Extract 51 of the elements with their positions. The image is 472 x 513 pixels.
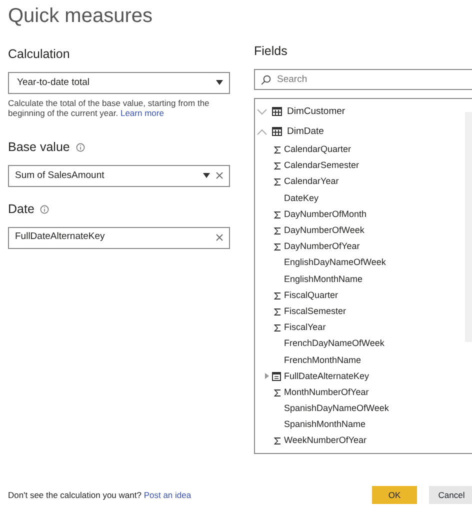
search-field[interactable]: Search	[254, 68, 472, 90]
expand-icon	[257, 108, 267, 115]
field-label: Date	[8, 200, 34, 218]
ok-button[interactable]: OK	[372, 486, 417, 504]
field-item[interactable]: FiscalQuarter	[255, 287, 465, 304]
field-item[interactable]: SpanishDayNameOfWeek	[255, 400, 465, 417]
info-icon	[40, 204, 50, 214]
footer-text: Don't see the calculation you want? Post an idea	[8, 488, 192, 502]
dialog-title: Quick measures	[8, 4, 154, 28]
caret-icon	[203, 173, 210, 178]
field-item[interactable]: FiscalSemester	[255, 304, 465, 320]
field-item[interactable]: FrenchMonthName	[255, 352, 465, 368]
base-value-dropdown[interactable]: Sum of SalesAmount	[8, 164, 230, 187]
search-icon	[261, 74, 271, 85]
field-item[interactable]: FiscalYear	[255, 320, 465, 336]
sigma-icon	[274, 388, 281, 397]
post-idea-link[interactable]: Post an idea	[144, 490, 192, 500]
clear-icon	[216, 172, 223, 180]
field-item[interactable]: CalendarQuarter	[255, 142, 465, 158]
clear-icon	[216, 234, 223, 241]
description-text: Calculate the total of the base value, starting from the beginning of the current year. Learn more	[8, 98, 210, 119]
cancel-button[interactable]: Cancel	[429, 486, 472, 504]
field-item[interactable]: EnglishDayNameOfWeek	[255, 255, 465, 272]
field-label: Fields	[254, 43, 288, 60]
date-field[interactable]: FullDateAlternateKey	[8, 226, 230, 248]
calculation-dropdown[interactable]: Year-to-date total	[8, 72, 230, 94]
field-item[interactable]: EnglishMonthName	[255, 271, 465, 288]
field-item[interactable]: WeekNumberOfYear	[255, 433, 465, 450]
expand-icon	[265, 373, 269, 380]
field-label: Base value	[8, 139, 70, 156]
table-item[interactable]: DimCustomer	[255, 102, 465, 122]
field-item[interactable]: DateKey	[255, 190, 465, 206]
field-item[interactable]: CalendarYear	[255, 174, 465, 190]
field-item[interactable]: FrenchDayNameOfWeek	[255, 336, 465, 352]
field-item[interactable]: DayNumberOfYear	[255, 238, 465, 256]
table-icon	[272, 127, 282, 136]
field-item[interactable]: DayNumberOfWeek	[255, 222, 465, 239]
field-item[interactable]: FullDateAlternateKey	[255, 368, 465, 385]
field-label: Calculation	[8, 46, 70, 63]
info-icon	[76, 142, 85, 152]
caret-icon	[216, 80, 223, 86]
learn-more-link[interactable]: Learn more	[120, 108, 164, 118]
table-icon	[272, 107, 282, 116]
field-item[interactable]: SpanishMonthName	[255, 416, 465, 434]
field-item[interactable]: DayNumberOfMonth	[255, 206, 465, 223]
sigma-icon	[274, 437, 281, 446]
field-item[interactable]: CalendarSemester	[255, 158, 465, 174]
field-item[interactable]: MonthNumberOfYear	[255, 384, 465, 401]
collapse-icon	[257, 128, 267, 135]
table-item[interactable]: DimDate	[255, 122, 465, 142]
calendar-icon	[272, 372, 281, 381]
